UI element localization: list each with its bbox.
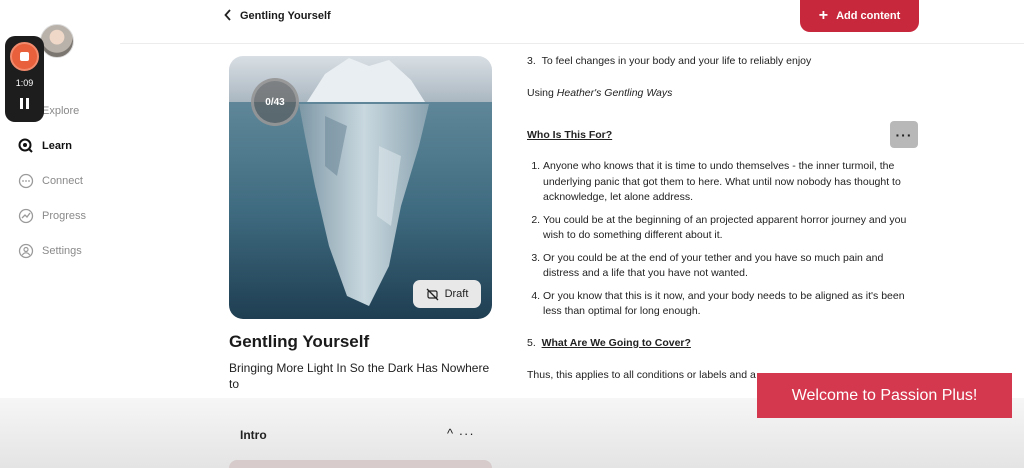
plus-icon: + bbox=[818, 7, 829, 24]
lesson-thumbnail[interactable] bbox=[229, 460, 492, 468]
screen-recorder-widget: 1:09 bbox=[5, 36, 44, 122]
list-item-3: 3. To feel changes in your body and your… bbox=[527, 55, 811, 67]
page-title: Gentling Yourself bbox=[240, 10, 331, 22]
using-prefix: Using bbox=[527, 87, 557, 99]
list-number: 3. bbox=[527, 55, 542, 67]
sidebar-item-learn[interactable]: Learn bbox=[18, 137, 72, 155]
sidebar-item-label: Explore bbox=[42, 105, 80, 117]
module-title: Intro bbox=[240, 428, 267, 442]
cover-heading: What Are We Going to Cover? bbox=[541, 337, 691, 349]
sidebar-item-label: Settings bbox=[42, 245, 82, 257]
module-intro[interactable]: Intro ^ ··· bbox=[229, 416, 493, 468]
course-subtitle: Bringing More Light In So the Dark Has N… bbox=[229, 361, 490, 391]
stop-recording-button[interactable] bbox=[10, 42, 39, 71]
add-content-label: Add content bbox=[836, 10, 901, 22]
progress-ring: 0/43 bbox=[251, 78, 299, 126]
welcome-banner: Welcome to Passion Plus! bbox=[757, 373, 1012, 418]
list-item: Or you know that this is it now, and you… bbox=[543, 289, 912, 320]
progress-count: 0/43 bbox=[265, 96, 285, 108]
sidebar-item-connect[interactable]: Connect bbox=[18, 172, 83, 190]
who-heading: Who Is This For? bbox=[527, 129, 613, 141]
eye-off-icon bbox=[426, 288, 439, 301]
using-line: Using Heather's Gentling Ways bbox=[527, 87, 672, 99]
list-item-text: To feel changes in your body and your li… bbox=[541, 55, 812, 67]
progress-icon bbox=[18, 208, 34, 224]
course-cover-image[interactable]: 0/43 Draft bbox=[229, 56, 492, 319]
sidebar-item-settings[interactable]: Settings bbox=[18, 242, 82, 260]
back-button[interactable]: Gentling Yourself bbox=[224, 8, 331, 24]
list-item: Or you could be at the end of your tethe… bbox=[543, 251, 912, 282]
user-icon bbox=[18, 243, 34, 259]
cover-heading-row: 5. What Are We Going to Cover? bbox=[527, 337, 691, 349]
chevron-left-icon bbox=[224, 8, 232, 24]
draft-label: Draft bbox=[444, 288, 469, 300]
recording-time: 1:09 bbox=[15, 78, 34, 88]
course-title: Gentling Yourself bbox=[229, 332, 370, 351]
sidebar-item-label: Progress bbox=[42, 210, 87, 222]
list-item: You could be at the beginning of an proj… bbox=[543, 213, 912, 244]
sidebar-item-label: Connect bbox=[42, 175, 83, 187]
thus-paragraph: Thus, this applies to all conditions or … bbox=[527, 369, 756, 381]
more-options-button[interactable]: ··· bbox=[890, 121, 918, 148]
draft-badge[interactable]: Draft bbox=[413, 280, 481, 308]
chat-icon bbox=[18, 173, 34, 189]
sidebar-item-label: Learn bbox=[42, 140, 72, 152]
collapse-and-more-controls[interactable]: ^ ··· bbox=[447, 426, 475, 441]
learn-icon bbox=[18, 138, 34, 154]
using-emphasis: Heather's Gentling Ways bbox=[556, 87, 673, 99]
pause-icon[interactable] bbox=[19, 98, 30, 109]
list-item: Anyone who knows that it is time to undo… bbox=[543, 159, 912, 206]
avatar[interactable] bbox=[40, 24, 74, 58]
header-divider bbox=[120, 43, 1024, 44]
list-number: 5. bbox=[527, 337, 542, 349]
audience-list: Anyone who knows that it is time to undo… bbox=[527, 159, 912, 327]
add-content-button[interactable]: + Add content bbox=[800, 0, 919, 32]
sidebar-item-progress[interactable]: Progress bbox=[18, 207, 86, 225]
